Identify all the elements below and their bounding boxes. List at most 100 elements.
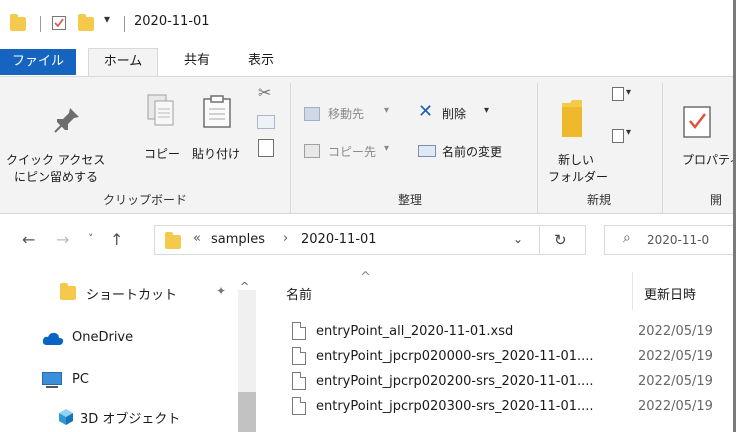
- file-name: entryPoint_jpcrp020200-srs_2020-11-01...…: [316, 374, 594, 389]
- folder-icon: [10, 14, 26, 31]
- file-icon: [292, 322, 306, 340]
- new-folder-quick-icon[interactable]: [78, 14, 94, 31]
- computer-stand: [46, 386, 58, 388]
- title-bar: ▾ 2020-11-01: [0, 0, 736, 48]
- copy-icon: [147, 94, 174, 126]
- pin-to-quick-access-button[interactable]: クイック アクセス にピン留めする: [0, 83, 134, 184]
- file-name: entryPoint_jpcrp020000-srs_2020-11-01...…: [316, 349, 594, 364]
- paste-button[interactable]: 貼り付け: [188, 83, 244, 173]
- new-item-icon[interactable]: ▾: [612, 87, 634, 107]
- window-title: 2020-11-01: [134, 14, 210, 29]
- cube-icon: [59, 409, 73, 425]
- file-row[interactable]: entryPoint_jpcrp020200-srs_2020-11-01...…: [284, 370, 733, 394]
- paste-icon: [203, 95, 231, 128]
- organize-group-label: 整理: [397, 193, 422, 207]
- rename-icon: [418, 145, 436, 157]
- search-icon: ⌕: [623, 230, 631, 246]
- rename-label: 名前の変更: [442, 145, 503, 159]
- easy-access-icon[interactable]: ▾: [612, 127, 634, 147]
- file-row[interactable]: entryPoint_all_2020-11-01.xsd 2022/05/19: [284, 320, 733, 344]
- separator: [40, 16, 41, 32]
- rename-button[interactable]: 名前の変更: [414, 141, 528, 161]
- properties-icon: [683, 106, 711, 138]
- properties-button[interactable]: プロパティ: [670, 83, 733, 183]
- move-to-button[interactable]: 移動先 ▾: [298, 103, 424, 123]
- nav-label-onedrive: OneDrive: [72, 330, 134, 345]
- tab-view[interactable]: 表示: [236, 48, 286, 76]
- copy-label: コピー: [144, 147, 181, 161]
- nav-item-quick-access[interactable]: ショートカット ✦: [0, 280, 236, 306]
- pin-icon[interactable]: ✦: [216, 284, 226, 298]
- group-divider: [537, 83, 538, 213]
- refresh-icon: ↻: [554, 231, 567, 249]
- nav-item-3d-objects[interactable]: 3D オブジェクト: [0, 404, 236, 430]
- nav-label-3d-objects: 3D オブジェクト: [80, 412, 181, 427]
- address-bar[interactable]: « samples › 2020-11-01 ⌄: [154, 225, 540, 255]
- file-row[interactable]: entryPoint_jpcrp020000-srs_2020-11-01...…: [284, 345, 733, 369]
- search-placeholder: 2020-11-0: [647, 233, 710, 247]
- new-item-doc-icon: [612, 87, 624, 101]
- file-date: 2022/05/19: [638, 374, 713, 389]
- breadcrumb-current[interactable]: 2020-11-01: [301, 232, 377, 247]
- ribbon-tabs: ファイル ホーム 共有 表示: [0, 48, 736, 77]
- refresh-button[interactable]: ↻: [540, 225, 586, 255]
- tab-file[interactable]: ファイル: [0, 49, 76, 75]
- address-dropdown-icon[interactable]: ⌄: [513, 232, 523, 246]
- new-folder-label-line1: 新しい: [558, 153, 595, 167]
- file-date: 2022/05/19: [638, 399, 713, 414]
- delete-icon: ✕: [418, 101, 434, 122]
- pin-label-line2: にピン留めする: [14, 170, 99, 184]
- clipboard-group-label: クリップボード: [102, 193, 187, 207]
- computer-icon: [42, 372, 62, 385]
- breadcrumb-separator[interactable]: ›: [283, 231, 288, 246]
- copy-path-icon[interactable]: [257, 115, 275, 129]
- new-folder-button[interactable]: 新しい フォルダー: [546, 83, 608, 184]
- quick-access-dropdown-icon[interactable]: ▾: [104, 12, 110, 26]
- nav-label-pc: PC: [72, 372, 89, 387]
- up-arrow-icon[interactable]: ↑: [110, 230, 123, 249]
- chevron-down-icon: ▾: [384, 105, 390, 116]
- tab-home[interactable]: ホーム: [88, 48, 158, 77]
- file-icon: [292, 347, 306, 365]
- column-header-name[interactable]: 名前: [286, 284, 312, 303]
- folder-icon: [165, 232, 181, 249]
- file-name: entryPoint_jpcrp020300-srs_2020-11-01...…: [316, 399, 594, 414]
- ribbon: クイック アクセス にピン留めする コピー 貼り付け ✂ クリップボード 移動先…: [0, 76, 736, 214]
- file-row[interactable]: entryPoint_jpcrp020300-srs_2020-11-01...…: [284, 395, 733, 419]
- cut-icon[interactable]: ✂: [258, 83, 271, 102]
- chevron-down-icon: ▾: [484, 105, 490, 116]
- copy-button[interactable]: コピー: [136, 83, 186, 173]
- nav-item-onedrive[interactable]: OneDrive: [0, 326, 236, 352]
- open-group-label: 開: [710, 191, 733, 208]
- copy-to-icon: [304, 144, 320, 158]
- file-icon: [292, 397, 306, 415]
- folder-icon: [60, 283, 76, 300]
- new-folder-icon: [562, 100, 582, 137]
- navigation-pane: ショートカット ✦ ^ OneDrive PC 3D オブジェクト: [0, 268, 260, 432]
- copy-to-button[interactable]: コピー先 ▾: [298, 141, 408, 161]
- recent-locations-icon[interactable]: ˅: [88, 232, 94, 245]
- file-date: 2022/05/19: [638, 324, 713, 339]
- move-to-label: 移動先: [328, 107, 365, 121]
- forward-arrow-icon[interactable]: →: [56, 230, 69, 249]
- chevron-down-icon: ▾: [626, 127, 632, 138]
- easy-access-doc-icon: [612, 129, 624, 143]
- nav-item-pc[interactable]: PC: [0, 368, 236, 394]
- new-group-label: 新規: [586, 193, 611, 207]
- column-divider[interactable]: [632, 272, 633, 310]
- file-date: 2022/05/19: [638, 349, 713, 364]
- breadcrumb-samples[interactable]: samples: [211, 232, 265, 247]
- nav-scrollbar-thumb[interactable]: [238, 392, 256, 432]
- properties-quick-icon[interactable]: [52, 16, 66, 30]
- delete-button[interactable]: ✕ 削除 ▾: [414, 101, 504, 123]
- paste-shortcut-icon[interactable]: [258, 139, 274, 157]
- search-box[interactable]: ⌕ 2020-11-0: [604, 225, 736, 255]
- paste-label: 貼り付け: [192, 147, 241, 161]
- breadcrumb-overflow[interactable]: «: [193, 231, 201, 246]
- tab-share[interactable]: 共有: [172, 48, 222, 76]
- column-header-date[interactable]: 更新日時: [644, 284, 696, 303]
- file-name: entryPoint_all_2020-11-01.xsd: [316, 324, 514, 339]
- back-arrow-icon[interactable]: ←: [22, 230, 35, 249]
- group-divider: [290, 83, 291, 213]
- cloud-icon: [42, 332, 64, 345]
